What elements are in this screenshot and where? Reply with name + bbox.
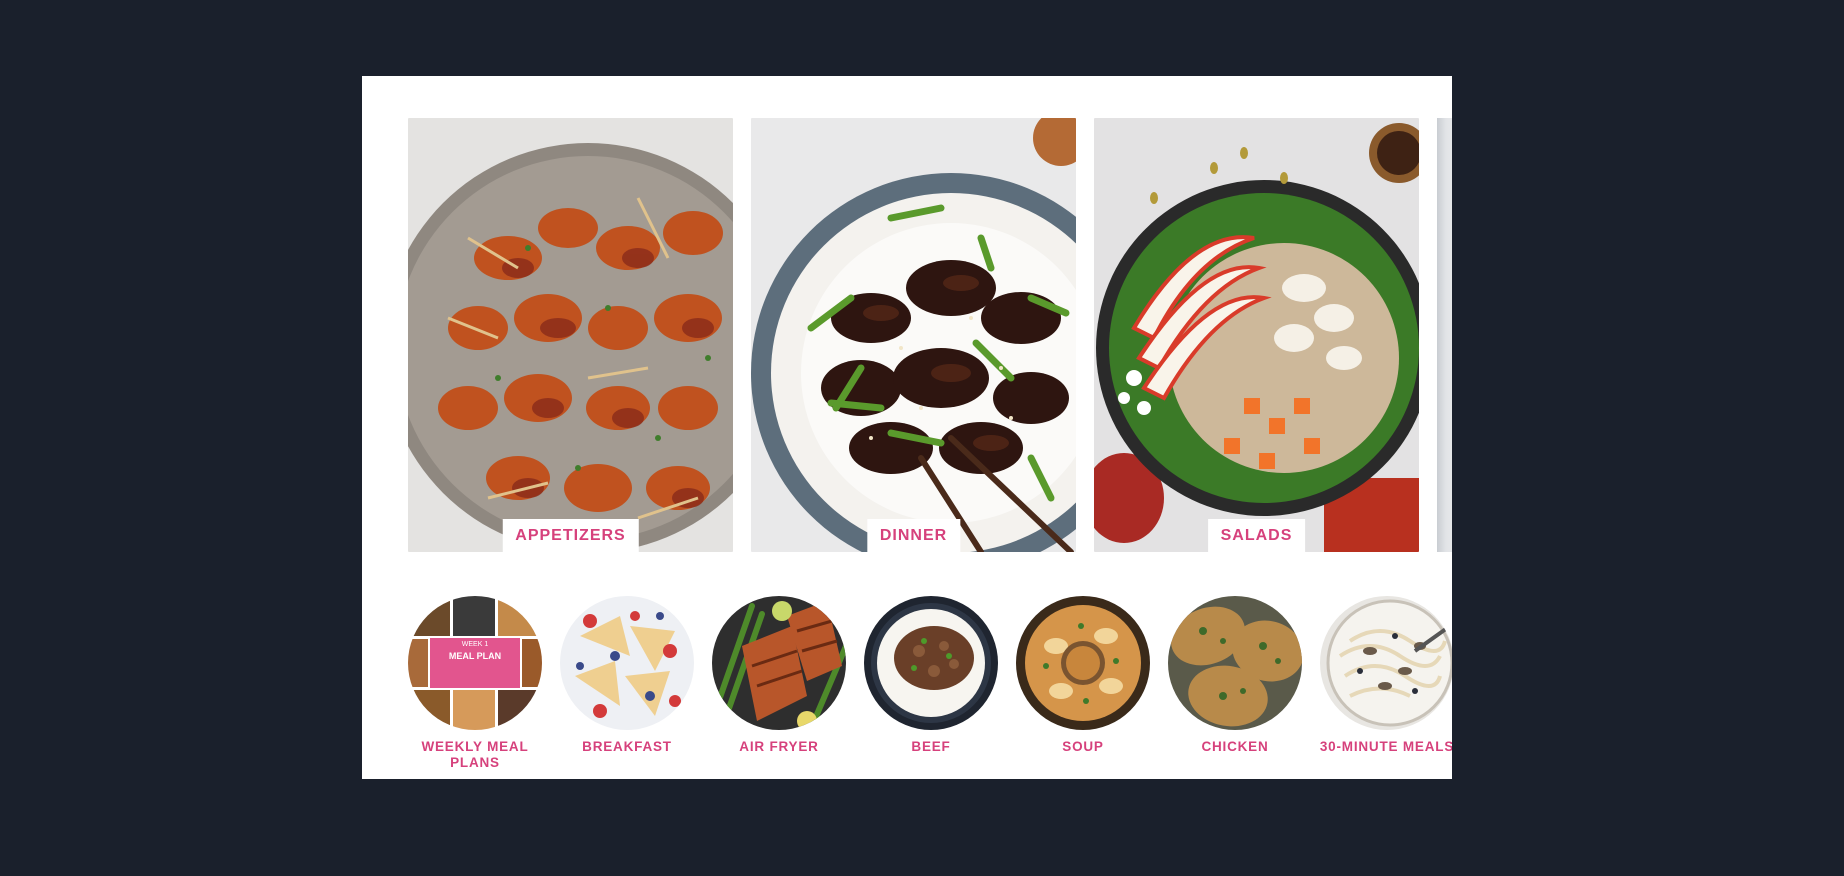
chicken-image <box>1168 596 1302 730</box>
quick-link-weekly-meal-plans[interactable]: WEEK 1 MEAL PLAN WEEKLY MEAL PLANS <box>395 596 555 771</box>
beef-image <box>864 596 998 730</box>
quick-link-label: CHICKEN <box>1201 739 1269 754</box>
quick-link-30-minute-meals[interactable]: 30-MINUTE MEALS <box>1307 596 1452 755</box>
quick-links: WEEK 1 MEAL PLAN WEEKLY MEAL PLANS BREAK… <box>408 596 1452 776</box>
quick-link-breakfast[interactable]: BREAKFAST <box>547 596 707 755</box>
quick-link-soup[interactable]: SOUP <box>1003 596 1163 755</box>
appetizers-image <box>408 118 733 552</box>
category-label: APPETIZERS <box>502 519 639 552</box>
quick-link-label: AIR FRYER <box>739 739 819 754</box>
category-label: SALADS <box>1207 519 1306 552</box>
breakfast-image <box>560 596 694 730</box>
category-panel: APPETIZERS DINNER SALADS WEEK 1 MEAL PLA… <box>362 76 1452 779</box>
soup-image <box>1016 596 1150 730</box>
quick-link-label: WEEKLY MEAL PLANS <box>421 739 529 770</box>
quick-link-chicken[interactable]: CHICKEN <box>1155 596 1315 755</box>
quick-link-beef[interactable]: BEEF <box>851 596 1011 755</box>
meal-plan-badge-line2: MEAL PLAN <box>448 651 502 661</box>
quick-link-air-fryer[interactable]: AIR FRYER <box>699 596 859 755</box>
category-card-appetizers[interactable]: APPETIZERS <box>408 118 733 552</box>
category-card-dinner[interactable]: DINNER <box>751 118 1076 552</box>
category-label: DINNER <box>866 519 961 552</box>
category-cards: APPETIZERS DINNER SALADS <box>408 118 1452 552</box>
quick-link-label: BEEF <box>911 739 951 754</box>
air-fryer-image <box>712 596 846 730</box>
category-card-salads[interactable]: SALADS <box>1094 118 1419 552</box>
quick-link-label: 30-MINUTE MEALS <box>1319 739 1452 754</box>
meal-plan-badge-line1: WEEK 1 <box>461 641 489 648</box>
30-minute-meals-image <box>1320 596 1452 730</box>
quick-link-label: SOUP <box>1062 739 1104 754</box>
dinner-image <box>751 118 1076 552</box>
weekly-meal-plans-image: WEEK 1 MEAL PLAN <box>408 596 542 730</box>
salads-image <box>1094 118 1419 552</box>
quick-link-label: BREAKFAST <box>582 739 672 754</box>
next-card-peek <box>1437 118 1452 552</box>
